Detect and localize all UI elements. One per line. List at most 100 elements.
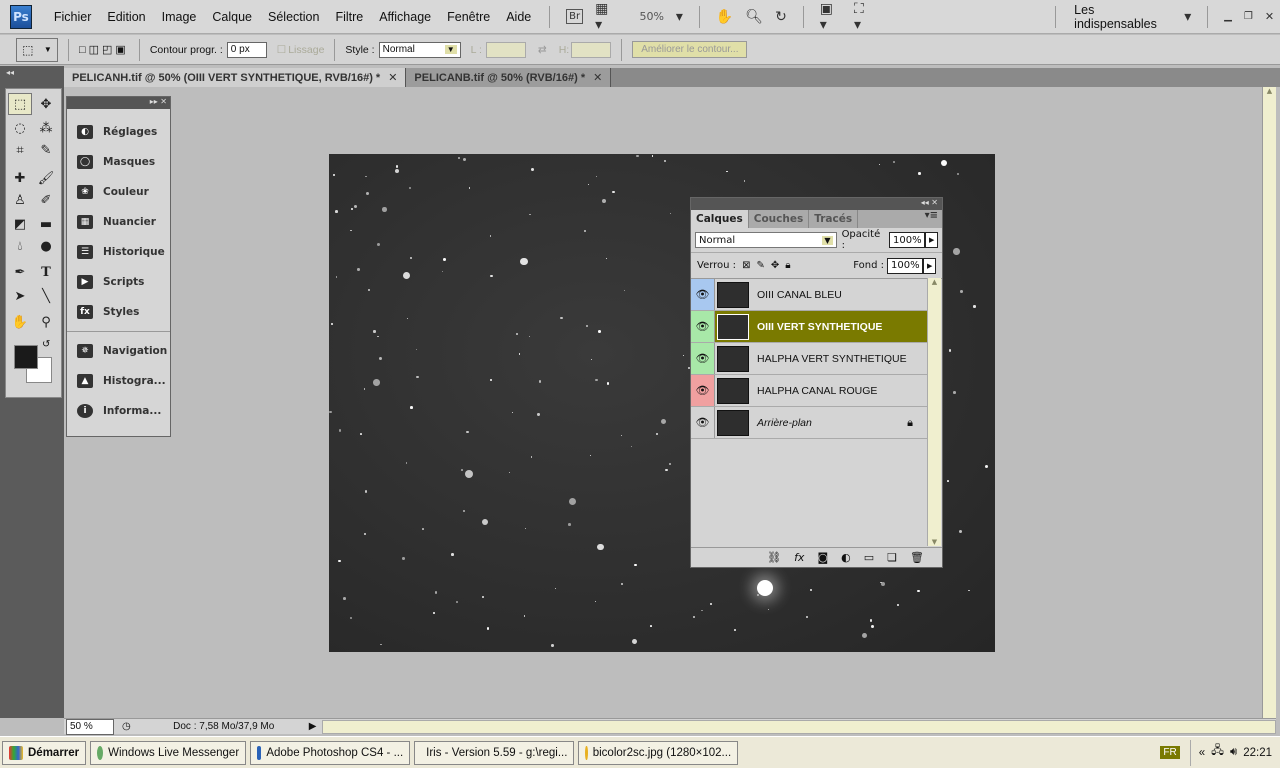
vertical-scrollbar[interactable]: ▲ <box>1262 87 1276 718</box>
eraser-icon[interactable]: ◩ <box>8 213 32 235</box>
horizontal-scrollbar[interactable] <box>322 719 1276 734</box>
close-icon[interactable]: ✕ <box>1265 10 1274 23</box>
collapse-icon[interactable]: ◂◂ <box>0 68 64 80</box>
tab-couches[interactable]: Couches <box>749 210 810 228</box>
trash-icon[interactable]: 🗑︎ <box>910 551 924 564</box>
line-icon[interactable]: ╲ <box>34 285 58 307</box>
network-icon[interactable]: 🖧︎ <box>1211 743 1224 762</box>
blend-mode-select[interactable]: Normal ▼ <box>695 232 837 248</box>
close-icon[interactable]: ✕ <box>388 71 397 84</box>
new-group-icon[interactable]: ▭ <box>864 551 874 564</box>
zoom-input[interactable]: 50 % <box>66 718 114 735</box>
crop-tool-icon[interactable]: ⌗ <box>8 139 32 161</box>
swap-colors-icon[interactable]: ↺ <box>42 339 50 350</box>
new-layer-icon[interactable]: ❏ <box>887 551 897 564</box>
screen-mode-icon[interactable]: ⛶ ▾ <box>854 1 873 33</box>
visibility-eye-icon[interactable]: 👁︎ <box>691 311 715 342</box>
task-iris[interactable]: Iris - Version 5.59 - g:\regi... <box>414 740 575 765</box>
layer-row[interactable]: 👁︎ HALPHA VERT SYNTHETIQUE <box>691 343 927 375</box>
hand-icon[interactable]: ✋ <box>716 9 733 25</box>
lock-pixels-icon[interactable]: ✎ <box>756 260 764 271</box>
tab-pelicanb[interactable]: PELICANB.tif @ 50% (RVB/16#) * ✕ <box>406 68 612 87</box>
lock-all-icon[interactable]: 🔒︎ <box>785 260 790 271</box>
dock-item-styles[interactable]: fx Styles <box>67 297 170 327</box>
pen-icon[interactable]: ✒ <box>8 261 32 283</box>
task-chrome[interactable]: bicolor2sc.jpg (1280×102... <box>578 740 739 765</box>
antialias-checkbox[interactable]: ☐ <box>277 44 286 56</box>
visibility-eye-icon[interactable]: 👁︎ <box>691 407 715 438</box>
visibility-eye-icon[interactable]: 👁︎ <box>691 343 715 374</box>
gradient-icon[interactable]: ▬ <box>34 213 58 235</box>
lasso-tool-icon[interactable]: ◌ <box>8 117 32 139</box>
rotate-view-icon[interactable]: ↻ <box>775 9 787 25</box>
bridge-button[interactable]: Br <box>566 9 584 24</box>
healing-brush-icon[interactable]: ✚ <box>8 167 32 189</box>
dock-item-histogramme[interactable]: ▲ Histogra... <box>67 366 170 396</box>
panel-menu-icon[interactable]: ▾≡ <box>858 210 942 228</box>
magic-wand-icon[interactable]: ⁂ <box>34 117 58 139</box>
dock-item-nuancier[interactable]: ▦ Nuancier <box>67 207 170 237</box>
menu-fichier[interactable]: Fichier <box>46 10 100 24</box>
swap-icon[interactable]: ⇄ <box>538 44 547 56</box>
history-brush-icon[interactable]: ✐ <box>34 189 58 211</box>
close-icon[interactable]: ✕ <box>593 71 602 84</box>
height-input[interactable] <box>571 41 612 58</box>
hand-icon[interactable]: ✋ <box>8 311 32 333</box>
add-mask-icon[interactable]: ◙ <box>817 551 828 564</box>
dock-item-navigation[interactable]: ✵ Navigation <box>67 336 170 366</box>
fill-slider-button[interactable]: ▶ <box>923 257 936 274</box>
menu-affichage[interactable]: Affichage <box>371 10 439 24</box>
layer-row[interactable]: 👁︎ OIII VERT SYNTHETIQUE <box>691 311 927 343</box>
dodge-icon[interactable]: ● <box>34 235 58 257</box>
lock-position-icon[interactable]: ✥ <box>771 260 779 271</box>
zoom-icon[interactable]: ⚲ <box>34 311 58 333</box>
stamp-icon[interactable]: ♙ <box>8 189 32 211</box>
menu-image[interactable]: Image <box>154 10 205 24</box>
layer-row[interactable]: 👁︎ Arrière-plan 🔒︎ <box>691 407 927 439</box>
language-indicator[interactable]: FR <box>1160 746 1180 759</box>
foreground-color-swatch[interactable] <box>14 345 38 369</box>
adjustment-layer-icon[interactable]: ◐ <box>841 551 851 564</box>
chevron-down-icon[interactable]: ▾ <box>676 9 683 25</box>
fx-icon[interactable]: fx <box>794 551 804 564</box>
type-icon[interactable]: T <box>34 261 58 283</box>
layer-row[interactable]: 👁︎ OIII CANAL BLEU <box>691 279 927 311</box>
dock-item-masques[interactable]: ◯ Masques <box>67 147 170 177</box>
arrange-icon[interactable]: ▣ ▾ <box>820 1 842 33</box>
opacity-input[interactable]: 100% <box>889 232 925 248</box>
blur-icon[interactable]: 💧︎ <box>8 235 32 257</box>
feather-input[interactable]: 0 px <box>226 41 267 58</box>
visibility-eye-icon[interactable]: 👁︎ <box>691 279 715 310</box>
minimize-icon[interactable]: ▁ <box>1224 11 1232 22</box>
volume-icon[interactable]: 🔊︎ <box>1230 746 1237 759</box>
brush-icon[interactable]: 🖌︎ <box>34 167 58 189</box>
menu-fenetre[interactable]: Fenêtre <box>439 10 498 24</box>
visibility-eye-icon[interactable]: 👁︎ <box>691 375 715 406</box>
marquee-tool-icon[interactable]: ⬚ <box>8 93 32 115</box>
chevron-down-icon[interactable]: ▾ <box>1184 9 1191 25</box>
menu-filtre[interactable]: Filtre <box>327 10 371 24</box>
eyedropper-icon[interactable]: ✎ <box>34 139 58 161</box>
tab-traces[interactable]: Tracés <box>809 210 859 228</box>
workspace-switcher[interactable]: Les indispensables <box>1066 3 1178 31</box>
fill-input[interactable]: 100% <box>887 257 923 274</box>
tab-pelicanh[interactable]: PELICANH.tif @ 50% (OIII VERT SYNTHETIQU… <box>64 68 407 87</box>
dock-item-reglages[interactable]: ◐ Réglages <box>67 117 170 147</box>
start-button[interactable]: Démarrer <box>2 740 87 765</box>
extras-icon[interactable]: ▦ ▾ <box>595 1 617 33</box>
path-select-icon[interactable]: ➤ <box>8 285 32 307</box>
marquee-tool-preset[interactable]: ⬚ ▼ <box>16 37 58 62</box>
tab-calques[interactable]: Calques <box>691 210 749 228</box>
menu-edition[interactable]: Edition <box>99 10 153 24</box>
task-messenger[interactable]: Windows Live Messenger <box>90 740 247 765</box>
tray-expand-icon[interactable]: « <box>1199 747 1205 759</box>
menu-calque[interactable]: Calque <box>204 10 260 24</box>
style-select[interactable]: Normal ▼ <box>378 41 461 58</box>
zoom-level-dropdown[interactable]: 50% <box>639 10 663 23</box>
layer-row[interactable]: 👁︎ HALPHA CANAL ROUGE <box>691 375 927 407</box>
task-photoshop[interactable]: Adobe Photoshop CS4 - ... <box>250 740 411 765</box>
move-tool-icon[interactable]: ✥ <box>34 93 58 115</box>
layers-scrollbar[interactable]: ▲ ▼ <box>927 278 941 546</box>
zoom-icon[interactable]: 🔍︎ <box>745 9 763 25</box>
opacity-slider-button[interactable]: ▶ <box>925 232 938 248</box>
